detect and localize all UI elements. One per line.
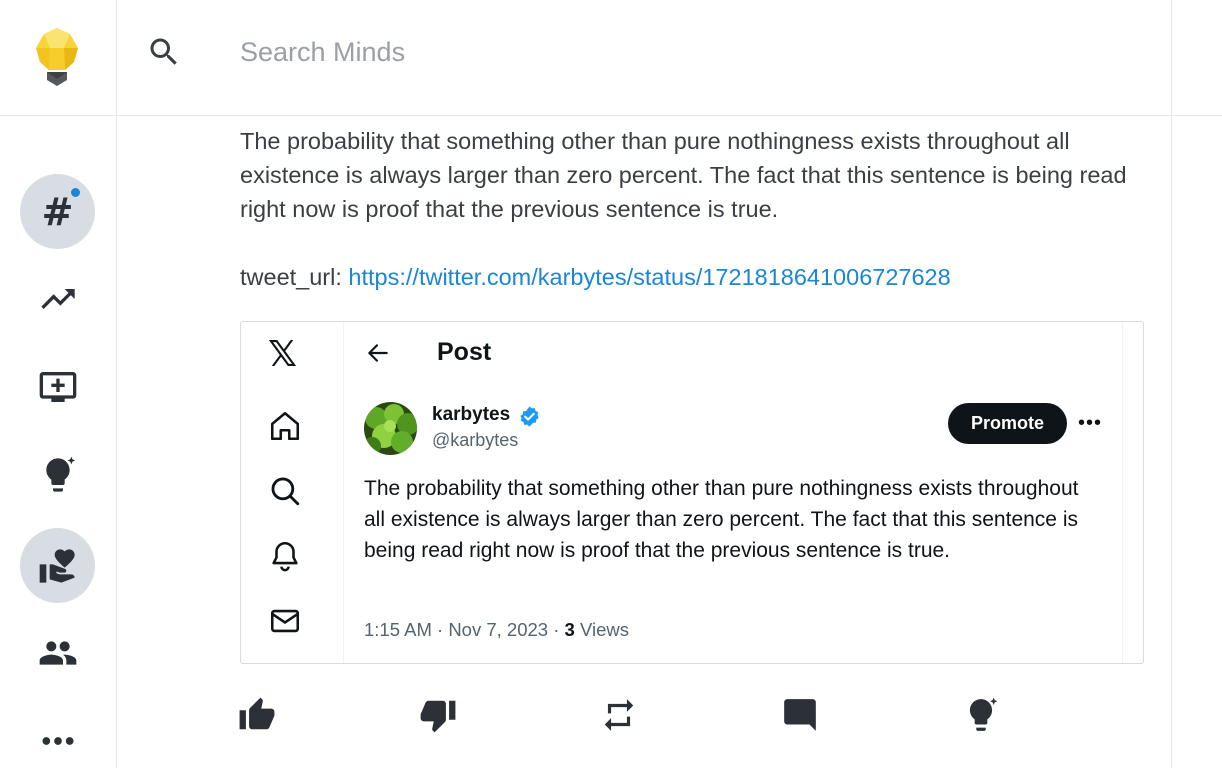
promote-button[interactable]: Promote	[948, 403, 1067, 444]
sidebar-item-discovery[interactable]: #	[20, 174, 95, 249]
tweet-text: The probability that something other tha…	[364, 477, 1079, 562]
avatar	[364, 402, 417, 455]
sidebar-item-trending[interactable]	[20, 261, 95, 336]
notification-dot	[70, 187, 81, 198]
views-label: Views	[574, 619, 629, 640]
comment-button[interactable]	[781, 696, 819, 734]
hashtag-icon: #	[41, 189, 74, 234]
views-count: 3	[564, 619, 575, 640]
x-sidebar-divider	[343, 322, 344, 663]
minds-logo[interactable]	[34, 26, 80, 90]
thumb-up-button[interactable]	[238, 696, 276, 734]
more-horizontal-icon	[42, 736, 73, 745]
thumb-down-button[interactable]	[419, 696, 457, 734]
volunteer-activism-icon	[39, 548, 75, 583]
lightbulb-sparkle-icon	[45, 456, 75, 492]
tweet-meta: 1:15 AM · Nov 7, 2023 · 3 Views	[364, 619, 629, 641]
search-icon[interactable]	[146, 34, 182, 70]
header-divider	[0, 115, 1222, 116]
sidebar-item-more[interactable]	[20, 703, 95, 778]
home-icon	[270, 411, 300, 441]
lightbulb-sparkle-icon	[969, 697, 998, 731]
thumb-down-icon	[420, 700, 456, 733]
back-arrow-icon	[368, 344, 388, 362]
tweet-timestamp: 1:15 AM · Nov 7, 2023 ·	[364, 619, 565, 640]
tweet-url-line: tweet_url: https://twitter.com/karbytes/…	[240, 260, 951, 294]
tweet-url-label: tweet_url:	[240, 264, 349, 290]
sidebar-item-groups[interactable]	[20, 615, 95, 690]
post-text: The probability that something other tha…	[240, 128, 1127, 222]
bell-icon	[272, 541, 298, 572]
sidebar-item-ideas[interactable]	[20, 437, 95, 512]
more-options-icon[interactable]: •••	[1078, 412, 1102, 435]
people-icon	[39, 640, 76, 665]
tweet-screenshot[interactable]: 𝕏 Post karbytes @karbytes Promote ••• Th…	[240, 321, 1144, 664]
x-post-title: Post	[437, 338, 492, 366]
trending-up-icon	[40, 288, 75, 309]
remind-button[interactable]	[600, 696, 638, 734]
author-name: karbytes	[432, 404, 511, 425]
author-handle: @karbytes	[432, 430, 519, 450]
search-icon	[271, 477, 300, 506]
sidebar-item-boost[interactable]	[20, 349, 95, 424]
comment-icon	[784, 699, 816, 731]
sidebar-item-supermind[interactable]	[20, 528, 95, 603]
x-logo-icon: 𝕏	[268, 334, 298, 375]
thumb-up-icon	[239, 697, 275, 730]
tweet-url-link[interactable]: https://twitter.com/karbytes/status/1721…	[348, 264, 950, 290]
supermind-button[interactable]	[962, 696, 1000, 734]
x-content-divider	[1122, 322, 1123, 663]
search-input[interactable]	[240, 30, 1120, 74]
verified-badge-icon	[520, 406, 539, 427]
add-to-queue-icon	[39, 371, 76, 402]
mail-icon	[270, 609, 300, 633]
repeat-icon	[604, 699, 634, 731]
